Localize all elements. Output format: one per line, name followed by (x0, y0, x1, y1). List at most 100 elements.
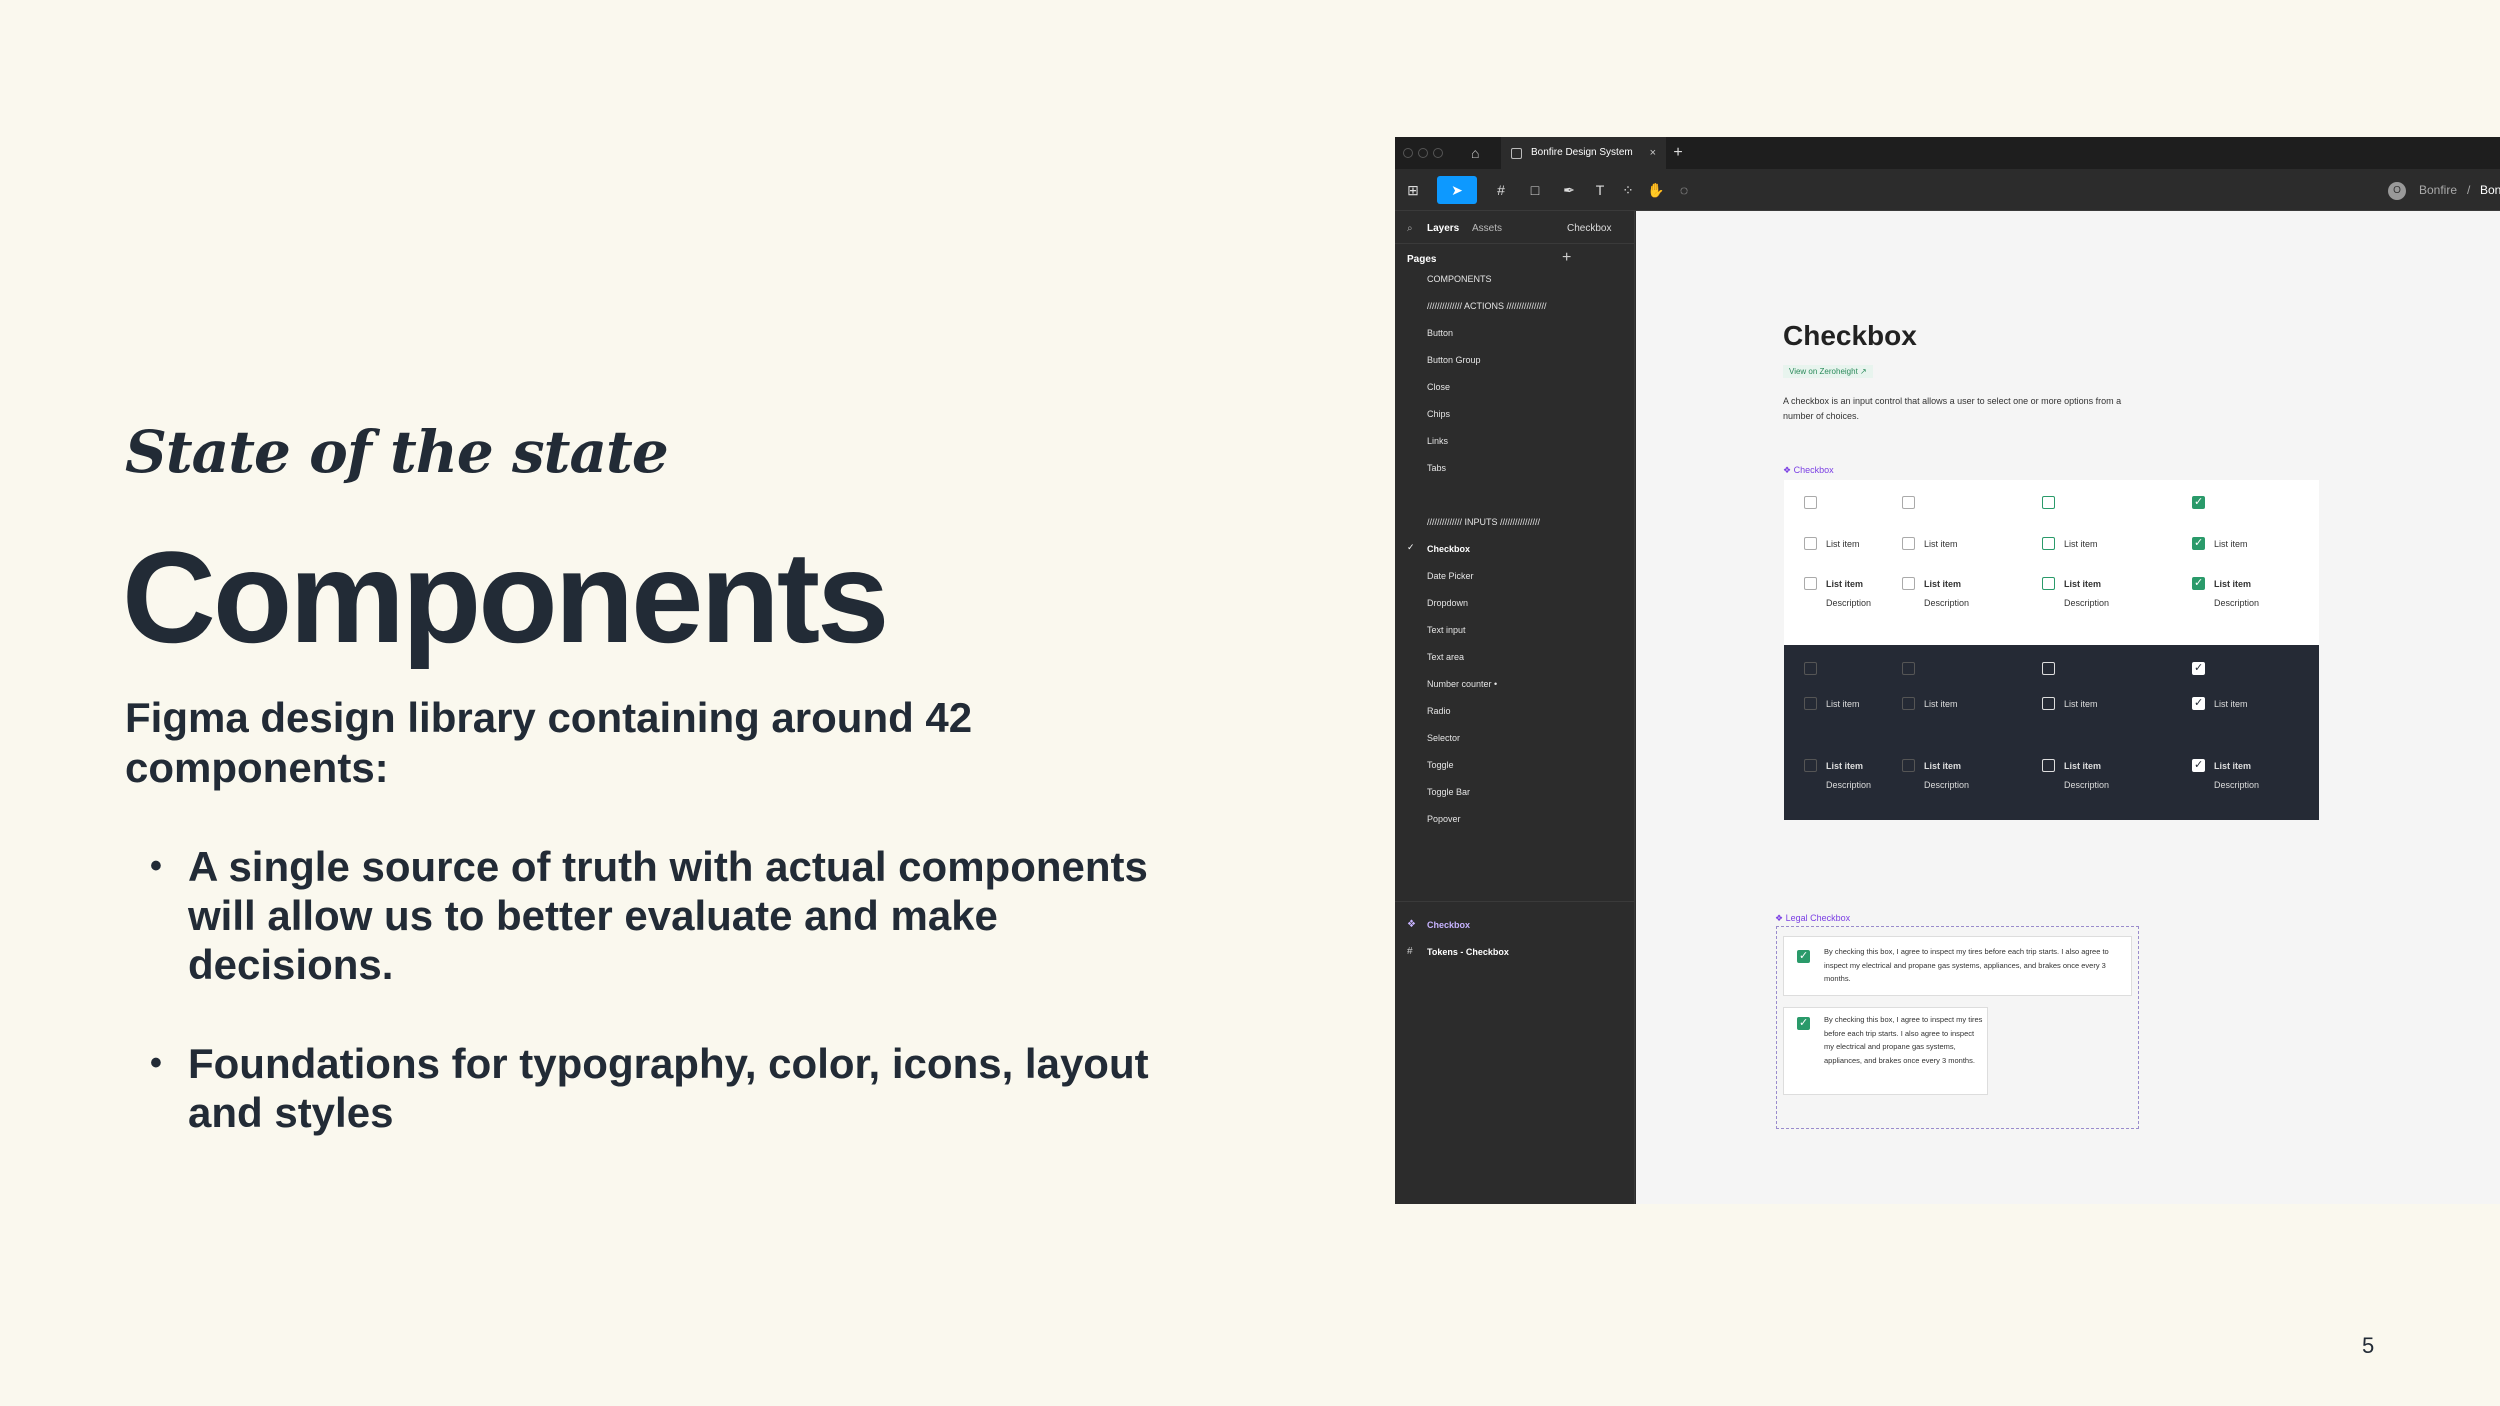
window-close-dot[interactable] (1403, 148, 1413, 158)
workspace-name[interactable]: Bonfire (2419, 169, 2457, 211)
checkbox-checked[interactable]: ✓ (2192, 577, 2205, 590)
checkbox-unchecked[interactable] (1804, 496, 1817, 509)
file-name[interactable]: Bon (2480, 169, 2500, 211)
list-item-label: List item (2064, 579, 2102, 589)
check-icon: ✓ (2194, 662, 2204, 674)
page-item[interactable]: Close (1427, 380, 1450, 394)
list-item-label: List item (1826, 579, 1864, 589)
checkbox-checked[interactable]: ✓ (1797, 950, 1810, 963)
checkbox-focused[interactable] (2042, 577, 2055, 590)
page-item[interactable]: Toggle Bar (1427, 785, 1470, 799)
checkbox-unchecked[interactable] (1804, 697, 1817, 710)
move-tool-icon[interactable]: ➤ (1437, 176, 1477, 204)
page-item[interactable]: Date Picker (1427, 569, 1474, 583)
checkbox-unchecked[interactable] (1804, 662, 1817, 675)
checkbox-focused[interactable] (2042, 496, 2055, 509)
add-page-button[interactable]: + (1562, 249, 1571, 267)
list-item-label: List item (2064, 761, 2102, 771)
list-item-label: List item (1924, 579, 1962, 589)
checkbox-checked[interactable]: ✓ (1797, 1017, 1810, 1030)
home-icon[interactable]: ⌂ (1471, 145, 1487, 161)
zeroheight-link[interactable]: View on Zeroheight ↗ (1783, 365, 1873, 378)
description-label: Description (1924, 780, 1970, 790)
checkbox-checked[interactable]: ✓ (2192, 496, 2205, 509)
search-icon[interactable]: ⌕ (1407, 223, 1413, 234)
page-item[interactable]: Button Group (1427, 353, 1481, 367)
resources-icon[interactable]: ⁘ (1617, 176, 1639, 204)
pages-header: Pages (1407, 254, 1437, 265)
layers-panel: ⌕ Layers Assets Checkbox Pages + COMPONE… (1395, 211, 1635, 1204)
page-item[interactable]: Text area (1427, 650, 1464, 664)
page-item[interactable]: Radio (1427, 704, 1451, 718)
list-item-label: List item (2214, 539, 2248, 549)
checkbox-focused[interactable] (2042, 697, 2055, 710)
page-item[interactable]: COMPONENTS (1427, 272, 1492, 286)
page-item[interactable]: Button (1427, 326, 1453, 340)
page-item[interactable]: Chips (1427, 407, 1450, 421)
text-tool-icon[interactable]: T (1589, 176, 1611, 204)
page-item[interactable]: Tabs (1427, 461, 1446, 475)
page-item-selected[interactable]: Checkbox (1427, 542, 1470, 556)
description-label: Description (1826, 598, 1872, 608)
legal-checkbox-label[interactable]: ❖ Legal Checkbox (1775, 913, 1850, 924)
avatar[interactable]: O (2388, 182, 2406, 200)
new-tab-button[interactable]: + (1668, 137, 1688, 169)
page-item[interactable]: Popover (1427, 812, 1461, 826)
file-icon (1511, 148, 1522, 159)
current-page-select[interactable]: Checkbox (1567, 223, 1611, 234)
checkbox-light-variants: ✓ List item List item List item ✓ List i… (1784, 480, 2319, 645)
comment-icon[interactable]: ◌ (1673, 176, 1695, 204)
page-item[interactable]: Dropdown (1427, 596, 1468, 610)
window-maximize-dot[interactable] (1433, 148, 1443, 158)
page-item[interactable]: Text input (1427, 623, 1466, 637)
checkbox-checked[interactable]: ✓ (2192, 697, 2205, 710)
checkbox-unchecked[interactable] (1902, 577, 1915, 590)
page-item[interactable]: Links (1427, 434, 1448, 448)
list-item-label: List item (1826, 699, 1860, 709)
tab-assets[interactable]: Assets (1472, 223, 1502, 234)
checkbox-checked[interactable]: ✓ (2192, 759, 2205, 772)
hand-tool-icon[interactable]: ✋ (1645, 176, 1667, 204)
page-item[interactable]: Toggle (1427, 758, 1454, 772)
checkbox-unchecked[interactable] (1902, 496, 1915, 509)
legal-checkbox-wide[interactable]: ✓ By checking this box, I agree to inspe… (1783, 936, 2132, 996)
page-item[interactable]: Selector (1427, 731, 1460, 745)
breadcrumb-separator: / (2467, 183, 2471, 197)
canvas[interactable]: Checkbox View on Zeroheight ↗ A checkbox… (1636, 211, 2500, 1204)
frame-tool-icon[interactable]: # (1487, 176, 1515, 204)
bullet-item: • A single source of truth with actual co… (150, 842, 1160, 989)
list-item-label: List item (2214, 761, 2252, 771)
check-icon: ✓ (2194, 577, 2204, 589)
component-icon: ❖ (1775, 913, 1784, 923)
checkbox-unchecked[interactable] (1804, 577, 1817, 590)
slide-intro: Figma design library containing around 4… (125, 694, 973, 791)
description-label: Description (2214, 598, 2260, 608)
tab-bonfire-design-system[interactable]: Bonfire Design System × (1501, 137, 1666, 169)
layer-item-checkbox[interactable]: Checkbox (1427, 920, 1470, 930)
close-icon[interactable]: × (1650, 137, 1656, 169)
checkbox-focused[interactable] (2042, 759, 2055, 772)
page-item[interactable]: ////////////// ACTIONS //////////////// (1427, 299, 1547, 313)
tab-layers[interactable]: Layers (1427, 223, 1459, 234)
page-item[interactable]: ////////////// INPUTS //////////////// (1427, 515, 1540, 529)
checkbox-checked[interactable]: ✓ (2192, 662, 2205, 675)
page-item[interactable]: Number counter • (1427, 677, 1497, 691)
legal-checkbox-narrow[interactable]: ✓ By checking this box, I agree to inspe… (1783, 1007, 1988, 1095)
checkbox-focused[interactable] (2042, 662, 2055, 675)
checkbox-unchecked[interactable] (1804, 759, 1817, 772)
layer-item-tokens[interactable]: Tokens - Checkbox (1427, 947, 1509, 957)
checkbox-unchecked[interactable] (1902, 759, 1915, 772)
checkbox-unchecked[interactable] (1902, 662, 1915, 675)
main-menu-icon[interactable]: ⊞ (1401, 176, 1425, 204)
checkbox-checked[interactable]: ✓ (2192, 537, 2205, 550)
window-minimize-dot[interactable] (1418, 148, 1428, 158)
pen-tool-icon[interactable]: ✒ (1555, 176, 1583, 204)
checkbox-unchecked[interactable] (1902, 537, 1915, 550)
shape-tool-icon[interactable]: □ (1521, 176, 1549, 204)
checkbox-unchecked[interactable] (1902, 697, 1915, 710)
canvas-title: Checkbox (1783, 320, 1917, 351)
checkbox-component-label[interactable]: ❖ Checkbox (1783, 465, 1834, 476)
list-item-label: List item (2214, 579, 2252, 589)
checkbox-focused[interactable] (2042, 537, 2055, 550)
checkbox-unchecked[interactable] (1804, 537, 1817, 550)
